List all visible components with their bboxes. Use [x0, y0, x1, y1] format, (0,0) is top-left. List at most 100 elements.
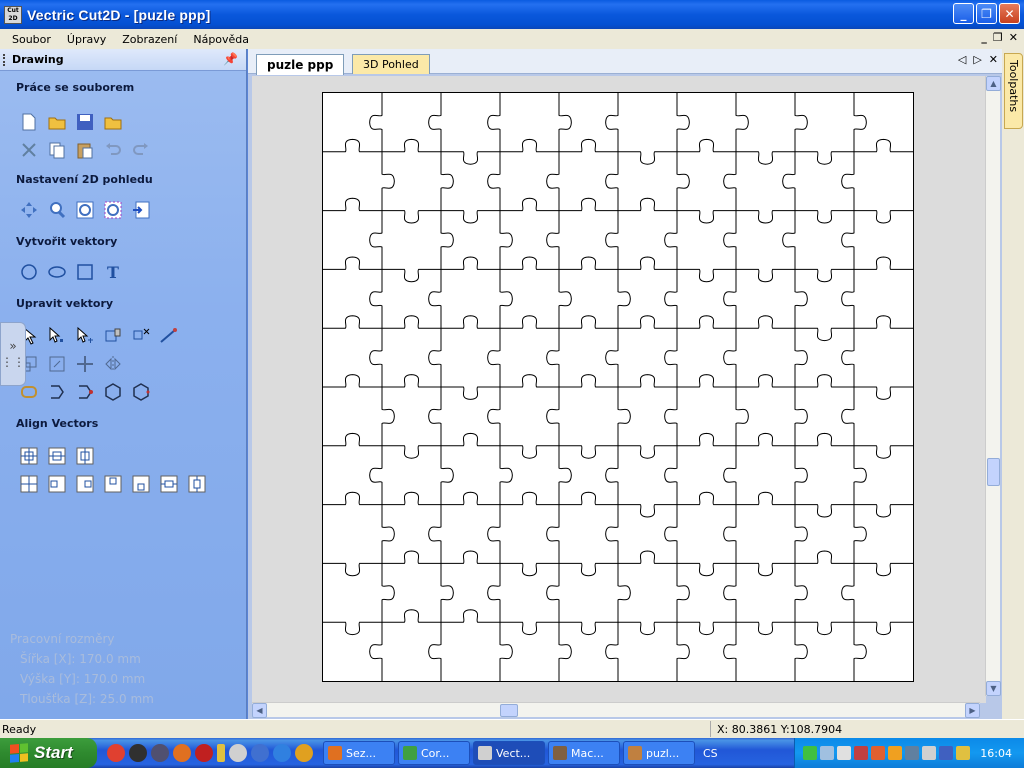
text-icon[interactable]: T	[102, 261, 124, 283]
app-launcher-icon[interactable]	[129, 744, 147, 762]
tool-icon[interactable]	[217, 744, 225, 762]
puzzle-sheet[interactable]	[322, 92, 914, 682]
align-hcenter-icon[interactable]	[74, 445, 96, 467]
import-icon[interactable]	[102, 111, 124, 133]
ie-icon[interactable]	[273, 744, 291, 762]
language-indicator[interactable]: CS	[703, 747, 718, 760]
menu-bar: Soubor Úpravy Zobrazení Nápověda _ ❐ ✕	[0, 29, 1024, 49]
pin-icon[interactable]: 📌	[223, 52, 238, 66]
trim-icon[interactable]	[74, 381, 96, 403]
close-button[interactable]: ✕	[999, 3, 1020, 24]
new-file-icon[interactable]	[18, 111, 40, 133]
paste-icon[interactable]	[74, 139, 96, 161]
tab-puzle-ppp[interactable]: puzle ppp	[256, 54, 345, 75]
media-icon[interactable]	[195, 744, 213, 762]
task-button[interactable]: Sez...	[323, 741, 395, 765]
tray-icon[interactable]	[820, 746, 834, 760]
tray-icon[interactable]	[854, 746, 868, 760]
scroll-down-button[interactable]: ▼	[986, 681, 1001, 696]
scroll-right-button[interactable]: ▶	[965, 703, 980, 718]
align-center-icon[interactable]	[18, 445, 40, 467]
menu-soubor[interactable]: Soubor	[6, 33, 57, 46]
chrome-icon[interactable]	[107, 744, 125, 762]
align-bottom-icon[interactable]	[130, 473, 152, 495]
vertical-scroll-thumb[interactable]	[987, 458, 1000, 486]
align-top-icon[interactable]	[102, 473, 124, 495]
task-button[interactable]: puzl...	[623, 741, 695, 765]
cut-icon[interactable]	[18, 139, 40, 161]
tab-prev-icon[interactable]: ◁	[958, 53, 966, 66]
toolpaths-tab[interactable]: Toolpaths	[1004, 53, 1023, 129]
tray-icon[interactable]	[871, 746, 885, 760]
circle-icon[interactable]	[18, 261, 40, 283]
distribute-h-icon[interactable]	[158, 473, 180, 495]
tray-icon[interactable]	[837, 746, 851, 760]
horizontal-scroll-thumb[interactable]	[500, 704, 518, 717]
task-button[interactable]: Cor...	[398, 741, 470, 765]
tray-icon[interactable]	[922, 746, 936, 760]
task-button[interactable]: Vect...	[473, 741, 545, 765]
align-vcenter-icon[interactable]	[46, 445, 68, 467]
scroll-left-button[interactable]: ◀	[252, 703, 267, 718]
mdi-close-button[interactable]: ✕	[1009, 31, 1018, 44]
firefox-icon[interactable]	[173, 744, 191, 762]
drawing-canvas[interactable]	[252, 76, 986, 703]
mdi-minimize-button[interactable]: _	[981, 31, 987, 44]
scroll-up-button[interactable]: ▲	[986, 76, 1001, 91]
rectangle-icon[interactable]	[74, 261, 96, 283]
horizontal-scrollbar[interactable]: ◀ ▶	[252, 702, 980, 718]
zoom-selection-icon[interactable]	[102, 199, 124, 221]
zoom-icon[interactable]	[46, 199, 68, 221]
tray-icon[interactable]	[905, 746, 919, 760]
transform-icon[interactable]	[74, 325, 96, 347]
measure-icon[interactable]	[158, 325, 180, 347]
redo-icon[interactable]	[130, 139, 152, 161]
start-button[interactable]: Start	[0, 738, 97, 768]
tab-next-icon[interactable]: ▷	[973, 53, 981, 66]
fit-page-icon[interactable]	[130, 199, 152, 221]
tab-close-icon[interactable]: ✕	[989, 53, 998, 66]
node-edit-icon[interactable]	[46, 325, 68, 347]
open-file-icon[interactable]	[46, 111, 68, 133]
ellipse-icon[interactable]	[46, 261, 68, 283]
ungroup-icon[interactable]	[130, 325, 152, 347]
collapse-panel-tab[interactable]: » ⋮⋮	[0, 322, 26, 386]
puzzle-edge	[500, 197, 559, 212]
pan-icon[interactable]	[18, 199, 40, 221]
app-launcher-icon-2[interactable]	[151, 744, 169, 762]
vertical-scrollbar[interactable]: ▲ ▼	[985, 76, 1001, 696]
task-button[interactable]: Mac...	[548, 741, 620, 765]
menu-upravy[interactable]: Úpravy	[61, 33, 112, 46]
tray-icon[interactable]	[803, 746, 817, 760]
tray-icon[interactable]	[956, 746, 970, 760]
outlook-icon[interactable]	[295, 744, 313, 762]
distribute-v-icon[interactable]	[186, 473, 208, 495]
copy-icon[interactable]	[46, 139, 68, 161]
restore-button[interactable]: ❐	[976, 3, 997, 24]
tab-3d-pohled[interactable]: 3D Pohled	[352, 54, 430, 74]
grip-icon[interactable]	[3, 54, 6, 66]
menu-napoveda[interactable]: Nápověda	[187, 33, 255, 46]
move-icon[interactable]	[74, 353, 96, 375]
puzzle-edge	[499, 210, 513, 270]
mdi-restore-button[interactable]: ❐	[993, 31, 1003, 44]
align-left-icon[interactable]	[46, 473, 68, 495]
offset-icon[interactable]	[102, 381, 124, 403]
save-icon[interactable]	[74, 111, 96, 133]
align-both-icon[interactable]	[18, 473, 40, 495]
undo-icon[interactable]	[102, 139, 124, 161]
player-icon[interactable]	[229, 744, 247, 762]
fillet-icon[interactable]	[130, 381, 152, 403]
tray-icon[interactable]	[939, 746, 953, 760]
app-icon[interactable]: Cut 2D	[4, 5, 22, 24]
group-icon[interactable]	[102, 325, 124, 347]
settings-icon[interactable]	[251, 744, 269, 762]
resize-icon[interactable]	[46, 353, 68, 375]
close-vector-icon[interactable]	[46, 381, 68, 403]
mirror-icon[interactable]	[102, 353, 124, 375]
tray-icon[interactable]	[888, 746, 902, 760]
zoom-all-icon[interactable]	[74, 199, 96, 221]
minimize-button[interactable]: _	[953, 3, 974, 24]
menu-zobrazeni[interactable]: Zobrazení	[116, 33, 183, 46]
align-right-icon[interactable]	[74, 473, 96, 495]
